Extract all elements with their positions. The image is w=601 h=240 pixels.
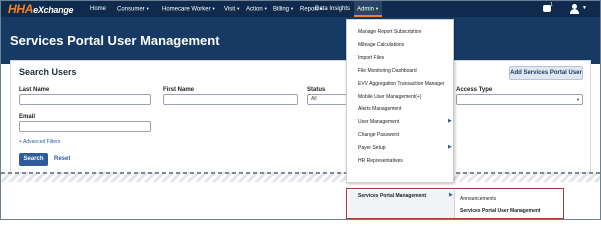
menu-item-mobile-user-management[interactable]: Mobile User Management(+) (358, 94, 422, 100)
first-name-label: First Name (163, 87, 195, 93)
hhaexchange-logo[interactable]: HHAeXchange (8, 2, 74, 16)
reset-link[interactable]: Reset (54, 156, 70, 162)
chevron-down-icon: ▼ (236, 6, 241, 11)
menu-item-change-password[interactable]: Change Password (358, 132, 399, 138)
nav-admin-label: Admin (357, 6, 375, 13)
nav-home-label: Home (90, 6, 107, 12)
menu-item-alerts-management[interactable]: Alerts Management (358, 106, 401, 112)
torn-edge-line (1, 172, 600, 174)
logo-hha-text: HHA (8, 2, 34, 16)
menu-item-services-portal-management[interactable]: Services Portal Management (358, 193, 426, 199)
nav-visit-label: Visit (224, 6, 236, 13)
menu-item-file-monitoring-dashboard[interactable]: File Monitoring Dashboard (358, 68, 417, 74)
search-users-heading: Search Users (19, 67, 77, 77)
status-label: Status (307, 87, 326, 93)
access-type-label: Access Type (456, 87, 493, 93)
chevron-down-icon[interactable]: ▼ (582, 5, 587, 11)
last-name-input[interactable] (19, 94, 151, 105)
nav-data-insights[interactable]: Data Insights (315, 1, 350, 17)
chevron-down-icon: ▼ (145, 6, 150, 11)
top-navigation-bar: HHAeXchange Home Consumer▼ Homecare Work… (1, 1, 600, 17)
page-title: Services Portal User Management (10, 33, 220, 48)
chevron-down-icon: ▼ (263, 6, 268, 11)
access-type-select[interactable]: ▼ (456, 94, 583, 105)
menu-item-user-management[interactable]: User Management (358, 119, 399, 125)
chevron-down-icon: ▼ (375, 6, 379, 11)
chevron-right-icon: ▶ (448, 144, 452, 150)
chat-badge: 1 (550, 2, 553, 8)
logo-exchange-text: eXchange (33, 5, 74, 15)
search-users-card (10, 60, 591, 176)
add-services-portal-user-button[interactable]: Add Services Portal User (509, 66, 583, 80)
nav-data-insights-label: Data Insights (315, 6, 351, 12)
nav-billing-label: Billing (273, 6, 290, 13)
submenu-item-announcements[interactable]: Announcements (460, 196, 496, 202)
nav-action-label: Action (246, 6, 263, 13)
menu-item-manage-report-subscription[interactable]: Manage Report Subscription (358, 29, 421, 35)
last-name-label: Last Name (19, 87, 50, 93)
chevron-right-icon: ▶ (449, 192, 453, 198)
chevron-down-icon: ▼ (290, 6, 294, 11)
nav-action[interactable]: Action▼ (246, 1, 268, 17)
nav-homecare-worker[interactable]: Homecare Worker▼ (162, 1, 216, 17)
chevron-down-icon: ▼ (576, 97, 580, 102)
first-name-input[interactable] (163, 94, 298, 105)
menu-item-mileage-calculations[interactable]: Mileage Calculations (358, 42, 404, 48)
user-icon[interactable] (570, 4, 579, 14)
chevron-down-icon: ▼ (211, 6, 216, 11)
menu-item-import-files[interactable]: Import Files (358, 55, 384, 61)
nav-home[interactable]: Home (90, 1, 106, 17)
nav-consumer-label: Consumer (117, 6, 145, 13)
menu-item-evv-aggregation[interactable]: EVV Aggregation Transaction Manager (358, 81, 444, 87)
search-button[interactable]: Search (19, 153, 48, 166)
menu-item-payer-setup[interactable]: Payer Setup (358, 145, 386, 151)
email-label: Email (19, 114, 36, 120)
nav-consumer[interactable]: Consumer▼ (117, 1, 150, 17)
status-select-value: All (311, 96, 317, 102)
advanced-filters-link[interactable]: + Advanced Filters (19, 139, 60, 145)
nav-admin[interactable]: Admin▼ (354, 1, 382, 17)
nav-homecare-worker-label: Homecare Worker (162, 6, 211, 13)
status-select[interactable]: All (307, 94, 347, 105)
menu-item-hr-representatives[interactable]: HR Representatives (358, 158, 403, 164)
nav-billing[interactable]: Billing▼ (273, 1, 294, 17)
chevron-right-icon: ▶ (448, 118, 452, 124)
nav-visit[interactable]: Visit▼ (224, 1, 240, 17)
submenu-item-services-portal-user-management[interactable]: Services Portal User Management (460, 208, 541, 214)
email-input[interactable] (19, 121, 151, 132)
